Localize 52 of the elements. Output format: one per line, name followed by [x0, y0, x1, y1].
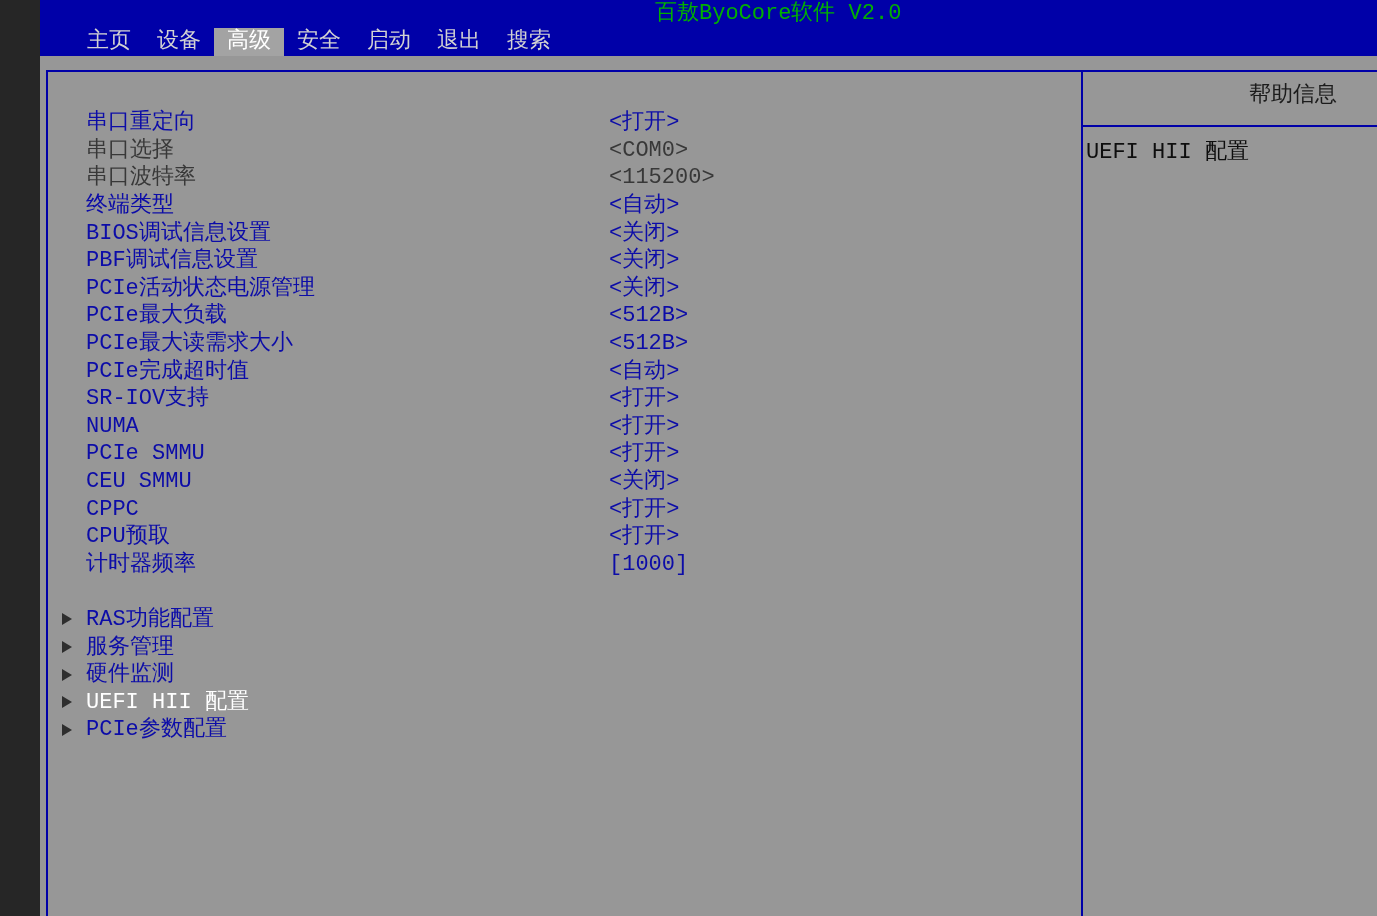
- help-title: 帮助信息: [1249, 83, 1337, 108]
- setting-label: PCIe完成超时值: [86, 357, 249, 385]
- setting-value[interactable]: <自动>: [609, 192, 680, 220]
- submenu-item[interactable]: UEFI HII 配置: [86, 688, 249, 716]
- setting-label: 终端类型: [86, 192, 174, 220]
- setting-value[interactable]: <关闭>: [609, 219, 680, 247]
- menu-tab[interactable]: 高级: [214, 28, 284, 56]
- setting-value[interactable]: <自动>: [609, 357, 680, 385]
- submenu-item[interactable]: 服务管理: [86, 633, 174, 661]
- menu-tab[interactable]: 启动: [354, 28, 424, 56]
- setting-value[interactable]: [1000]: [609, 550, 689, 578]
- triangle-icon: [62, 613, 72, 626]
- setting-value[interactable]: <512B>: [609, 330, 689, 358]
- setting-label: PCIe最大读需求大小: [86, 330, 293, 358]
- setting-label: SR-IOV支持: [86, 385, 210, 413]
- setting-value[interactable]: <打开>: [609, 385, 680, 413]
- setting-value[interactable]: <打开>: [609, 109, 680, 137]
- setting-value[interactable]: <打开>: [609, 495, 680, 523]
- help-text: UEFI HII 配置: [1086, 140, 1249, 165]
- menu-tab[interactable]: 搜索: [494, 28, 564, 56]
- setting-value[interactable]: <关闭>: [609, 468, 680, 495]
- setting-label: BIOS调试信息设置: [86, 219, 271, 247]
- setting-label: CEU SMMU: [86, 468, 192, 495]
- triangle-icon: [62, 723, 72, 736]
- menu-tab[interactable]: 退出: [424, 28, 494, 56]
- setting-value[interactable]: <打开>: [609, 440, 680, 468]
- setting-label: PCIe活动状态电源管理: [86, 274, 315, 302]
- submenu-item[interactable]: 硬件监测: [86, 661, 174, 689]
- setting-label: PBF调试信息设置: [86, 247, 258, 275]
- setting-label: PCIe最大负载: [86, 302, 227, 330]
- setting-value[interactable]: <关闭>: [609, 247, 680, 275]
- setting-value[interactable]: <打开>: [609, 523, 680, 551]
- setting-label: NUMA: [86, 412, 139, 440]
- menu-tab[interactable]: 主页: [74, 28, 144, 56]
- bios-title: 百敖ByoCore软件 V2.0: [655, 0, 902, 28]
- setting-label: 串口选择: [86, 136, 174, 164]
- triangle-icon: [62, 696, 72, 709]
- setting-label: CPPC: [86, 495, 139, 523]
- triangle-icon: [62, 641, 72, 654]
- menu-tab[interactable]: 设备: [144, 28, 214, 56]
- setting-label: PCIe SMMU: [86, 440, 205, 468]
- menu-tab[interactable]: 安全: [284, 28, 354, 56]
- submenu-item[interactable]: RAS功能配置: [86, 606, 214, 633]
- setting-label: 串口波特率: [86, 164, 196, 192]
- setting-value[interactable]: <关闭>: [609, 274, 680, 302]
- triangle-icon: [62, 668, 72, 681]
- setting-label: 串口重定向: [86, 109, 196, 137]
- setting-label: CPU预取: [86, 523, 170, 551]
- setting-value[interactable]: <512B>: [609, 302, 689, 330]
- setting-value[interactable]: <打开>: [609, 412, 680, 440]
- submenu-item[interactable]: PCIe参数配置: [86, 716, 227, 744]
- setting-label: 计时器频率: [86, 550, 196, 578]
